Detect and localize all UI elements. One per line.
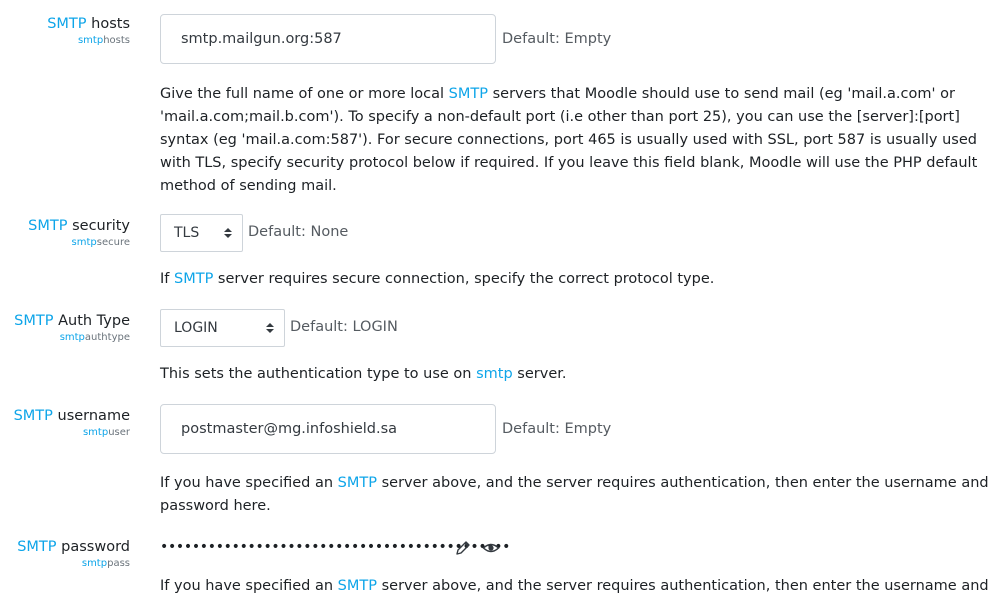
key-text: user: [108, 427, 130, 438]
setting-title: SMTP password: [0, 537, 130, 557]
desc-highlight: SMTP: [174, 271, 214, 287]
setting-description: Give the full name of one or more local …: [160, 83, 990, 198]
smtp-authtype-select[interactable]: LOGIN: [160, 309, 285, 347]
default-value: Default: LOGIN: [290, 319, 398, 335]
key-highlight: smtp: [81, 558, 108, 569]
desc-highlight: smtp: [476, 366, 513, 382]
setting-label: SMTP hosts smtphosts: [0, 14, 130, 47]
desc-text: server requires secure connection, speci…: [213, 271, 715, 287]
label-text: hosts: [86, 16, 130, 32]
smtp-settings-page: SMTP hosts smtphosts smtp.mailgun.org:58…: [0, 0, 1003, 603]
desc-text: If you have specified an: [160, 578, 338, 594]
smtp-security-select[interactable]: TLS: [160, 214, 243, 252]
key-highlight: smtp: [77, 35, 104, 46]
label-text: password: [56, 539, 130, 555]
desc-text: server above, and the server requires au…: [377, 578, 989, 594]
setting-title: SMTP security: [0, 216, 130, 236]
setting-label: SMTP Auth Type smtpauthtype: [0, 311, 130, 344]
label-highlight: SMTP: [47, 16, 87, 32]
key-highlight: smtp: [71, 237, 97, 248]
setting-description: If SMTP server requires secure connectio…: [160, 268, 990, 291]
key-text: pass: [107, 558, 130, 569]
setting-key: smtpuser: [0, 427, 130, 439]
setting-key: smtpsecure: [0, 237, 130, 249]
desc-text: This sets the authentication type to use…: [160, 366, 477, 382]
label-text: username: [52, 408, 130, 424]
selected-value: TLS: [174, 225, 200, 241]
setting-label: SMTP username smtpuser: [0, 406, 130, 439]
desc-highlight: SMTP: [448, 86, 488, 102]
eye-icon[interactable]: [482, 539, 500, 557]
label-text: security: [67, 218, 130, 234]
default-value: Default: Empty: [502, 31, 612, 47]
desc-text: server.: [512, 366, 567, 382]
setting-description: If you have specified an SMTP server abo…: [160, 575, 990, 598]
desc-highlight: SMTP: [337, 475, 377, 491]
smtp-username-input[interactable]: postmaster@mg.infoshield.sa: [160, 404, 496, 454]
key-highlight: smtp: [59, 332, 85, 343]
key-text: authtype: [84, 332, 130, 343]
label-text: Auth Type: [53, 313, 130, 329]
pencil-icon[interactable]: [454, 539, 472, 557]
desc-text: Give the full name of one or more local: [160, 86, 449, 102]
smtp-hosts-input[interactable]: smtp.mailgun.org:587: [160, 14, 496, 64]
label-highlight: SMTP: [28, 218, 68, 234]
desc-text: If you have specified an: [160, 475, 338, 491]
default-value: Default: Empty: [502, 421, 612, 437]
label-highlight: SMTP: [13, 408, 53, 424]
setting-key: smtppass: [0, 558, 130, 570]
key-text: hosts: [103, 35, 130, 46]
updown-arrow-icon: [266, 322, 274, 334]
setting-title: SMTP hosts: [0, 14, 130, 34]
setting-description: If you have specified an SMTP server abo…: [160, 472, 990, 518]
desc-text: servers that Moodle should use to send m…: [160, 86, 978, 194]
updown-arrow-icon: [224, 227, 232, 239]
setting-label: SMTP security smtpsecure: [0, 216, 130, 249]
desc-highlight: SMTP: [337, 578, 377, 594]
label-highlight: SMTP: [14, 313, 54, 329]
setting-label: SMTP password smtppass: [0, 537, 130, 570]
key-text: secure: [96, 237, 130, 248]
key-highlight: smtp: [82, 427, 109, 438]
setting-key: smtpauthtype: [0, 332, 130, 344]
default-value: Default: None: [248, 224, 349, 240]
setting-description: This sets the authentication type to use…: [160, 363, 990, 386]
desc-text: If: [160, 271, 174, 287]
selected-value: LOGIN: [174, 320, 218, 336]
setting-title: SMTP Auth Type: [0, 311, 130, 331]
label-highlight: SMTP: [17, 539, 57, 555]
setting-key: smtphosts: [0, 35, 130, 47]
setting-title: SMTP username: [0, 406, 130, 426]
